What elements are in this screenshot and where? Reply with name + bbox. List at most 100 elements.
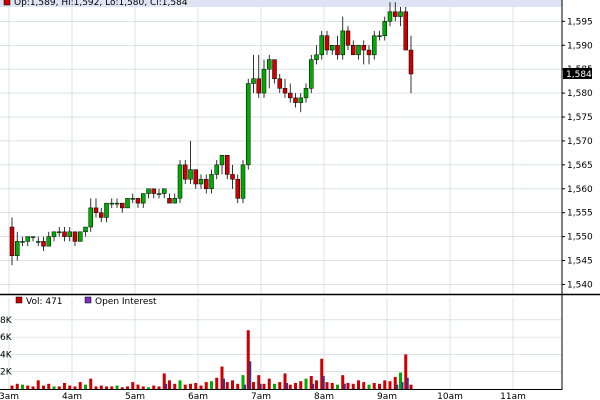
candle-body	[387, 11, 393, 22]
candle-body	[408, 49, 414, 75]
volume-bar	[126, 386, 129, 389]
volume-bar	[315, 380, 318, 389]
open-interest-bar	[223, 378, 225, 389]
candle-body	[135, 198, 141, 204]
volume-bar	[141, 386, 145, 389]
candle-body	[151, 188, 156, 194]
oi-legend-label: Open Interest	[95, 297, 157, 307]
volume-bar	[68, 385, 72, 389]
volume-bar	[183, 384, 187, 389]
volume-tick-label: 8K	[0, 316, 13, 326]
candle-body	[366, 49, 372, 56]
candle-body	[393, 11, 398, 17]
candle-body	[78, 231, 83, 242]
volume-legend-label: Vol: 471	[26, 297, 63, 307]
time-tick-label: 7am	[251, 392, 271, 400]
candle-body	[251, 78, 256, 84]
volume-bar	[231, 380, 234, 389]
candle-body	[72, 231, 78, 242]
candle-body	[9, 226, 15, 256]
candle-body	[398, 11, 403, 17]
candle-body	[303, 88, 309, 99]
volume-tick-label: 4K	[0, 350, 13, 360]
volume-bar	[262, 383, 266, 389]
volume-bar	[115, 385, 119, 389]
volume-bar	[15, 383, 19, 389]
last-price-tag: 1,584	[563, 67, 592, 80]
candle-body	[104, 202, 109, 218]
candle-body	[83, 226, 88, 233]
volume-bar	[89, 378, 93, 389]
volume-bar	[236, 383, 240, 389]
candle-body	[25, 236, 30, 242]
volume-bar	[383, 380, 387, 389]
open-interest-bar	[343, 383, 346, 389]
volume-bar	[210, 381, 213, 389]
volume-bar	[173, 383, 177, 389]
volume-bar	[168, 380, 171, 389]
price-tick-label: 1,590	[567, 41, 593, 51]
volume-bar	[362, 382, 366, 389]
time-tick-label: 6am	[188, 392, 208, 400]
price-axis-labels: 1,540 1,545 1,550 1,555 1,560 1,565 1,570 1,575…	[567, 17, 593, 290]
volume-bar	[147, 387, 150, 389]
candle-body	[93, 207, 99, 213]
volume-bar	[21, 384, 24, 389]
candle-body	[361, 45, 366, 51]
volume-bar	[273, 383, 276, 389]
candle-body	[372, 35, 377, 56]
candle-body	[120, 202, 125, 209]
candle-body	[109, 202, 114, 205]
candle-body	[88, 207, 93, 228]
volume-bar	[99, 385, 103, 389]
candle-body	[382, 21, 387, 36]
candle-body	[162, 188, 167, 194]
open-interest-bar	[406, 377, 409, 389]
candle-body	[330, 45, 335, 51]
chart-stage: Op:1,589, Hi:1,592, Lo:1,580, Cl:1,584 V…	[0, 0, 600, 400]
candle-body	[356, 45, 361, 56]
open-interest-bar	[312, 383, 315, 389]
volume-bar	[57, 386, 61, 389]
volume-bars-layer	[10, 330, 413, 389]
volume-bar	[194, 382, 198, 389]
price-tick-label: 1,575	[567, 113, 593, 123]
candle-body	[36, 241, 41, 243]
volume-bar	[105, 386, 108, 389]
volume-bar	[10, 385, 14, 389]
volume-bar	[78, 382, 82, 389]
volume-bar	[199, 385, 203, 389]
volume-bar	[388, 381, 392, 389]
candle-body	[351, 45, 356, 56]
time-tick-label: 10am	[437, 392, 463, 400]
volume-bar	[178, 380, 182, 389]
volume-bar	[346, 382, 350, 389]
candle-body	[267, 59, 272, 70]
oi-legend-swatch	[84, 296, 92, 304]
volume-bar	[73, 386, 77, 389]
open-interest-bar	[249, 361, 252, 389]
candle-body	[272, 59, 277, 79]
price-tick-label: 1,570	[567, 137, 593, 147]
candle-body	[403, 11, 408, 51]
header-legend-swatch	[3, 0, 11, 6]
time-tick-label: 5am	[125, 392, 145, 400]
time-tick-label: 4am	[62, 392, 82, 400]
candle-body	[41, 241, 46, 247]
candle-body	[193, 169, 198, 185]
volume-bar	[357, 380, 360, 389]
candle-body	[340, 30, 345, 56]
volume-bar	[330, 382, 334, 389]
volume-bar	[204, 382, 208, 389]
volume-grid	[0, 298, 562, 389]
open-interest-bar	[396, 384, 399, 389]
candle-body	[20, 241, 25, 243]
candle-body	[46, 236, 51, 247]
volume-legend-swatch	[15, 296, 23, 304]
candle-body	[62, 231, 67, 237]
volume-bar	[110, 386, 114, 389]
volume-bar	[131, 382, 135, 389]
candle-body	[99, 212, 104, 218]
candle-body	[288, 92, 293, 99]
price-tick-label: 1,580	[567, 89, 593, 99]
